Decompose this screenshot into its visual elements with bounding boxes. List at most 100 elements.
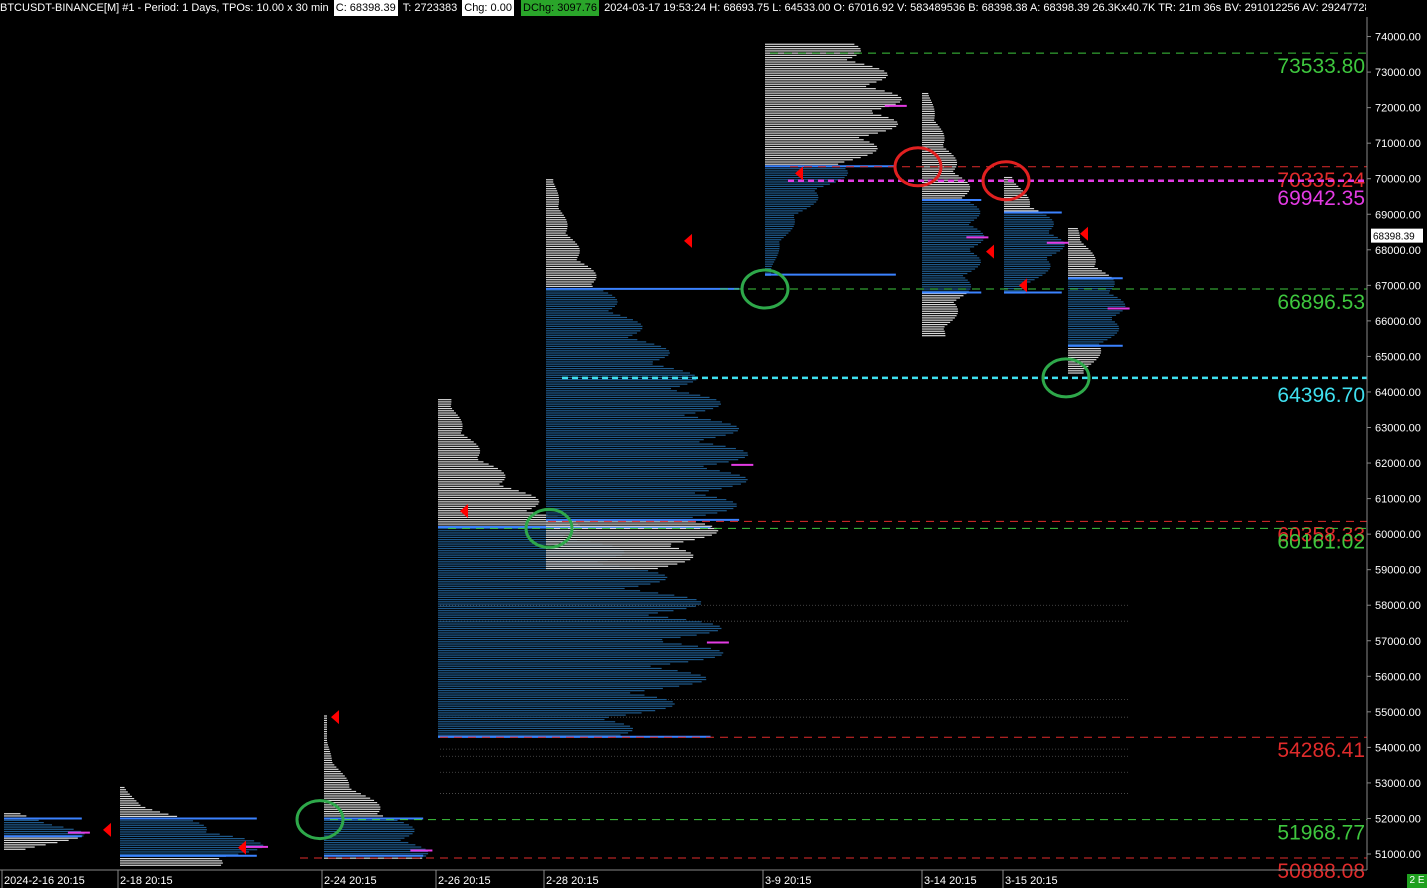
- profile-bar: [546, 319, 633, 321]
- y-tick-label: 56000.00: [1375, 671, 1421, 683]
- profile-bar: [546, 479, 748, 481]
- profile-bar: [922, 303, 956, 306]
- profile-bar: [546, 545, 671, 547]
- profile-bar: [546, 359, 660, 361]
- profile-bar: [1068, 274, 1109, 276]
- profile-bar: [1068, 283, 1115, 285]
- profile-bar: [438, 650, 720, 652]
- profile-bar: [546, 381, 694, 383]
- profile-bar: [1004, 176, 1013, 179]
- tail-marker: [331, 710, 339, 725]
- profile-bar: [120, 795, 132, 798]
- profile-bar: [120, 860, 223, 862]
- profile-bar: [765, 134, 869, 136]
- profile-bar: [546, 250, 580, 252]
- profile-bar: [438, 439, 471, 441]
- profile-bar: [765, 232, 789, 234]
- profile-bar: [765, 141, 870, 143]
- market-profile-chart[interactable]: 73533.8070335.2469942.3566896.5364396.70…: [0, 0, 1427, 888]
- profile-bar: [546, 567, 658, 570]
- profile-bar: [546, 414, 685, 416]
- profile-bar: [922, 272, 968, 275]
- profile-bar: [438, 667, 662, 670]
- profile-bar: [4, 844, 46, 846]
- profile-bar: [438, 590, 641, 592]
- profile-1: [4, 813, 90, 850]
- profile-bar: [922, 299, 957, 301]
- profile-bar: [438, 452, 480, 454]
- profile-bar: [438, 474, 506, 476]
- profile-bar: [546, 407, 714, 410]
- tail-marker: [1080, 226, 1088, 241]
- profile-bar: [438, 496, 536, 499]
- profile-bar: [1068, 350, 1102, 352]
- profile-bar: [4, 837, 78, 839]
- profile-bar: [765, 103, 896, 105]
- profile-bar: [922, 297, 961, 299]
- profile-bar: [546, 203, 559, 205]
- profile-bar: [765, 152, 873, 154]
- profile-bar: [546, 274, 597, 276]
- profile-bar: [546, 370, 683, 372]
- profile-bar: [546, 294, 613, 296]
- profile-bar: [765, 234, 787, 236]
- profile-bar: [324, 797, 371, 799]
- profile-bar: [765, 88, 876, 90]
- profile-bar: [1004, 201, 1030, 203]
- profile-bar: [922, 128, 942, 130]
- profile-bar: [438, 592, 659, 594]
- profile-bar: [438, 470, 502, 472]
- corner-badge: 2 E: [1407, 874, 1427, 888]
- profile-bar: [922, 244, 978, 246]
- profile-bar: [324, 813, 378, 815]
- profile-bar: [765, 248, 780, 250]
- profile-bar: [765, 185, 824, 188]
- profile-bar: [1004, 245, 1065, 247]
- profile-bar: [765, 121, 898, 123]
- profile-bar: [1004, 228, 1052, 230]
- profile-bar: [546, 507, 734, 510]
- profile-bar: [546, 514, 706, 516]
- profile-bar: [922, 306, 957, 308]
- profile-bar: [1068, 343, 1100, 345]
- profile-bar: [765, 48, 861, 50]
- profile-bar: [922, 177, 963, 179]
- profile-bar: [438, 472, 504, 474]
- profile-bar: [438, 512, 537, 514]
- profile-bar: [120, 786, 125, 789]
- profile-bar: [765, 92, 893, 94]
- profile-bar: [922, 192, 968, 195]
- y-tick-label: 60000.00: [1375, 529, 1421, 541]
- profile-bar: [546, 461, 729, 463]
- profile-bar: [324, 766, 337, 768]
- profile-bar: [546, 345, 662, 347]
- profile-bar: [546, 390, 677, 392]
- profile-bar: [546, 483, 741, 485]
- profile-bar: [765, 99, 902, 101]
- profile-bar: [765, 59, 848, 61]
- profile-bar: [546, 563, 678, 565]
- profile-bar: [438, 574, 665, 576]
- profile-bar: [922, 212, 981, 215]
- profile-bar: [438, 672, 691, 674]
- profile-bar: [765, 72, 888, 74]
- profile-bar: [438, 638, 663, 641]
- profile-bar: [922, 259, 981, 261]
- profile-bar: [546, 301, 618, 303]
- profile-bar: [546, 252, 580, 254]
- profile-bar: [765, 263, 773, 265]
- profile-bar: [546, 403, 721, 405]
- profile-bar: [765, 136, 860, 139]
- profile-bar: [4, 815, 27, 817]
- tail-marker: [684, 233, 692, 248]
- profile-bar: [546, 232, 566, 234]
- profile-bar: [438, 690, 645, 692]
- profile-bar: [1068, 228, 1078, 230]
- profile-bar: [324, 762, 333, 764]
- profile-bar: [922, 197, 963, 199]
- key-level-label: 64396.70: [1277, 384, 1365, 407]
- profile-bar: [1004, 243, 1065, 245]
- profile-bar: [1068, 268, 1099, 270]
- profile-bar: [438, 581, 660, 583]
- profile-bar: [1068, 323, 1118, 325]
